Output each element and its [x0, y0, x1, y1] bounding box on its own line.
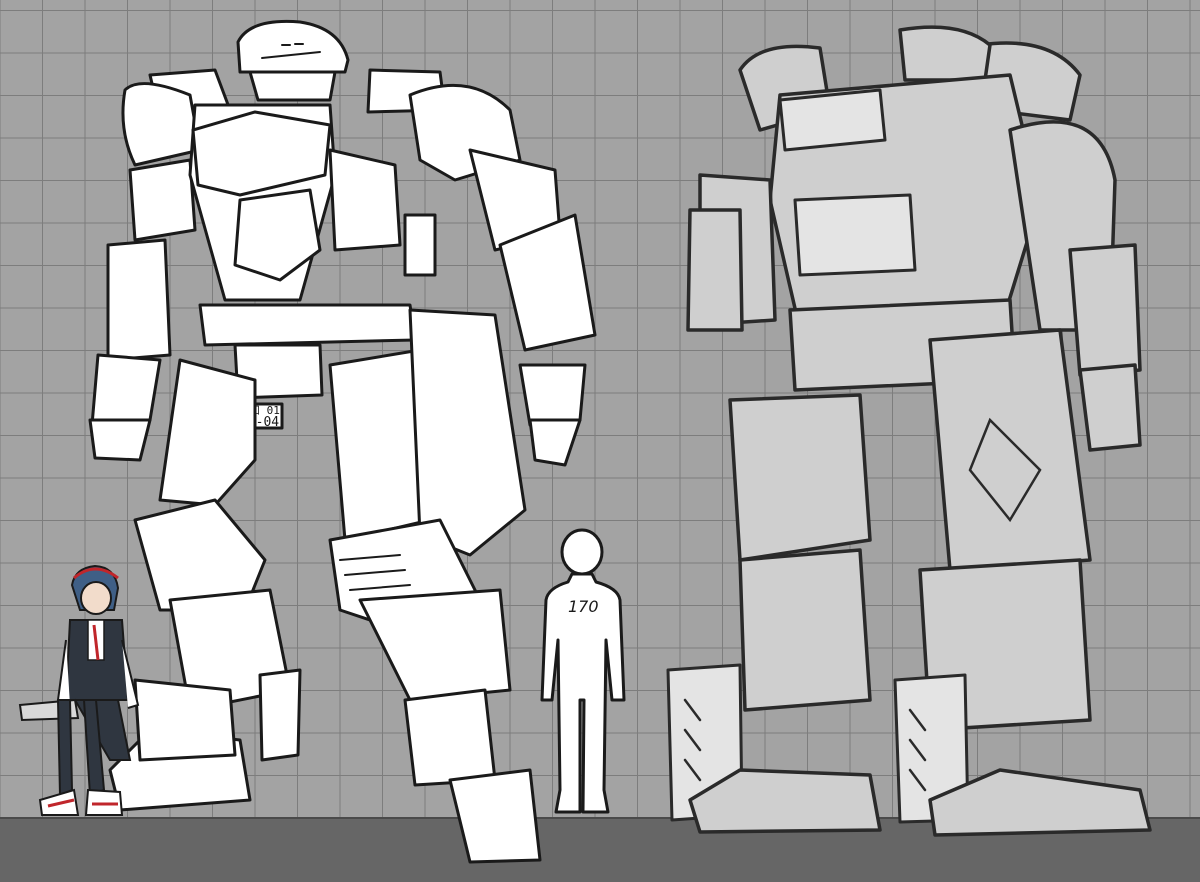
sketch-hand-right — [1078, 363, 1142, 452]
mech-shoulder-left — [121, 82, 202, 167]
pilot-face — [80, 581, 112, 615]
scale-comparison-canvas: 令和 01 15-04 170 — [0, 0, 1200, 882]
sketch-head — [898, 25, 992, 82]
mech-hand-left — [88, 418, 152, 462]
human-head — [560, 528, 604, 576]
sketch-thigh-left — [728, 393, 872, 562]
sketch-shin-left — [738, 548, 872, 712]
scale-illustration: 令和 01 15-04 170 — [0, 0, 1200, 882]
sketch-thigh-right — [928, 328, 1092, 572]
human-height-label: 170 — [568, 597, 599, 616]
mech-arm-left — [106, 238, 172, 362]
mech-waist — [198, 303, 417, 347]
